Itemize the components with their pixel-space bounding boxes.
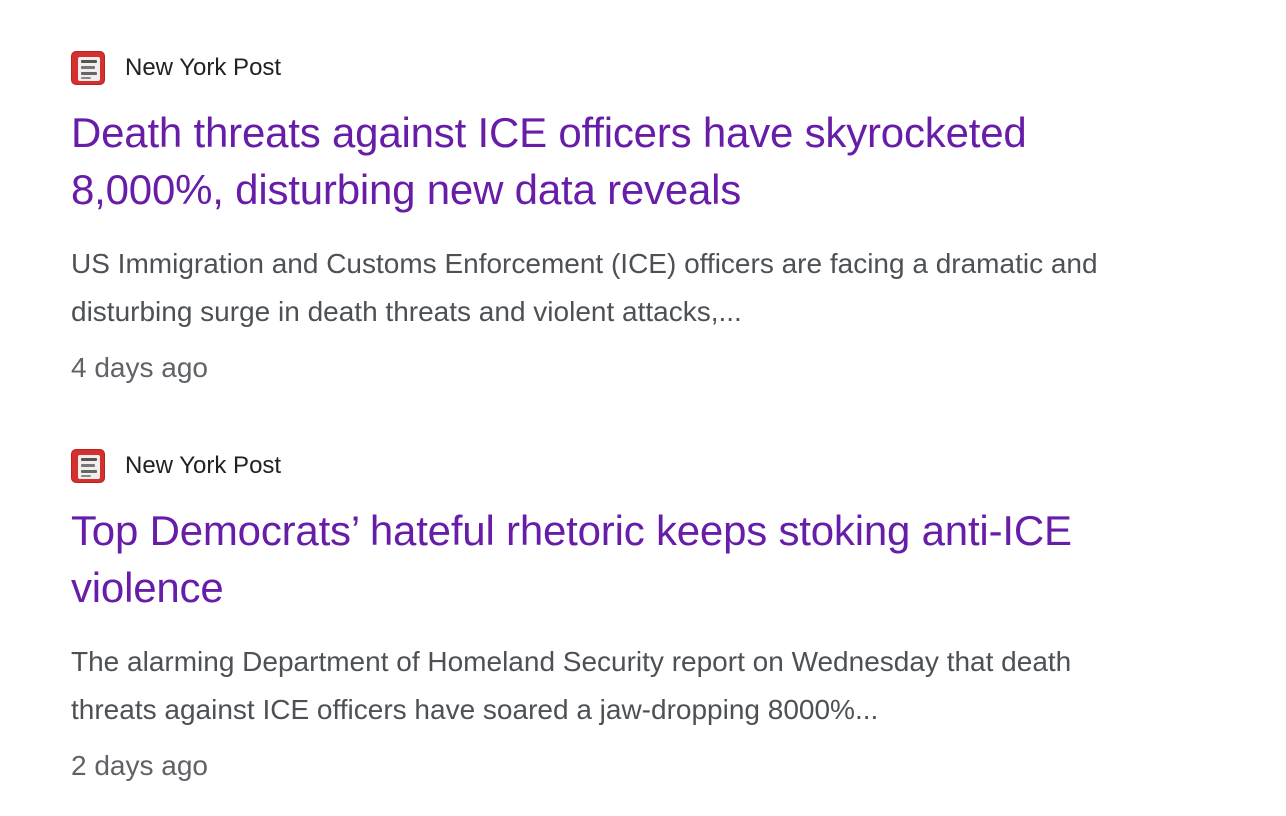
source-row[interactable]: New York Post	[71, 50, 1231, 86]
news-result: New York Post Top Democrats’ hateful rhe…	[71, 448, 1231, 786]
headline-line: Death threats against ICE officers have …	[71, 109, 1027, 156]
favicon-line	[81, 66, 95, 69]
headline-link[interactable]: Top Democrats’ hateful rhetoric keeps st…	[71, 502, 1231, 616]
published-age: 2 days ago	[71, 750, 208, 781]
headline-line: 8,000%, disturbing new data reveals	[71, 166, 742, 213]
headline-line: Top Democrats’ hateful rhetoric keeps st…	[71, 507, 1072, 554]
headline-line: violence	[71, 564, 224, 611]
source-name: New York Post	[125, 54, 282, 81]
favicon-inner	[78, 455, 100, 479]
snippet-line: US Immigration and Customs Enforcement (…	[71, 248, 1098, 279]
source-name: New York Post	[125, 452, 282, 479]
snippet: The alarming Department of Homeland Secu…	[71, 638, 1231, 734]
headline-link[interactable]: Death threats against ICE officers have …	[71, 104, 1231, 218]
new-york-post-logo-icon	[71, 51, 105, 85]
snippet: US Immigration and Customs Enforcement (…	[71, 240, 1231, 336]
favicon-line	[81, 458, 97, 461]
favicon-line	[81, 475, 91, 477]
favicon-line	[81, 464, 95, 467]
new-york-post-logo-icon	[71, 449, 105, 483]
news-result: New York Post Death threats against ICE …	[71, 50, 1231, 388]
snippet-line: threats against ICE officers have soared…	[71, 694, 879, 725]
source-row[interactable]: New York Post	[71, 448, 1231, 484]
snippet-line: disturbing surge in death threats and vi…	[71, 296, 742, 327]
favicon-line	[81, 470, 97, 473]
favicon-line	[81, 77, 91, 79]
favicon-inner	[78, 57, 100, 81]
favicon-line	[81, 72, 97, 75]
published-age: 4 days ago	[71, 352, 208, 383]
snippet-line: The alarming Department of Homeland Secu…	[71, 646, 1072, 677]
favicon-line	[81, 60, 97, 63]
